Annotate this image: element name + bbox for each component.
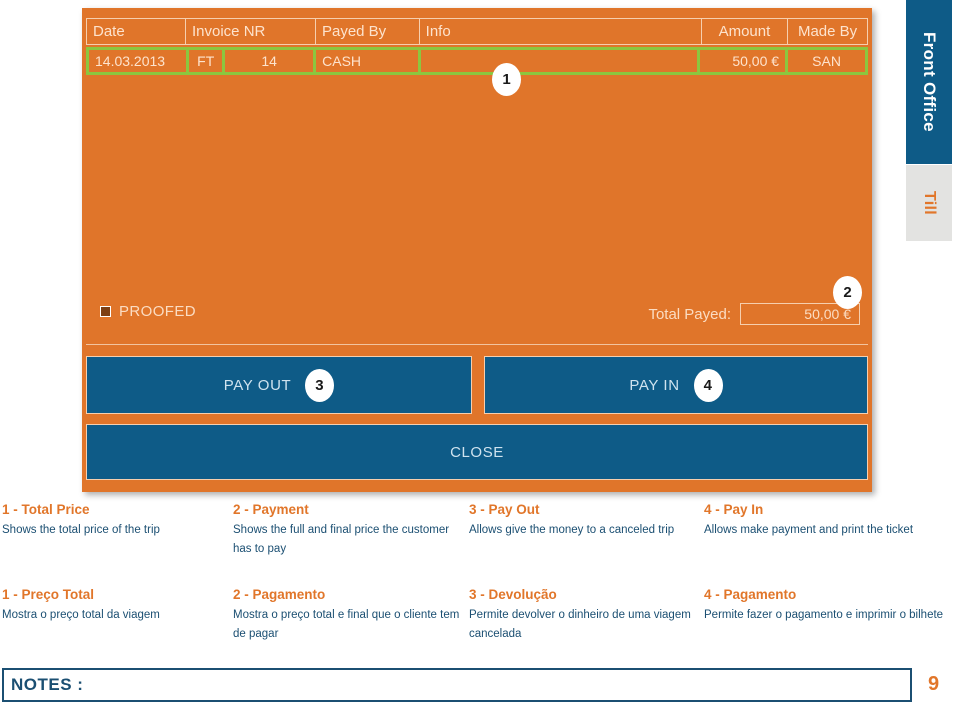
- caption-block-portuguese: 1 - Preço Total Mostra o preço total da …: [0, 587, 960, 644]
- callout-badge-total-price: 1: [492, 63, 521, 96]
- column-header-payed-by[interactable]: Payed By: [316, 19, 420, 44]
- caption-en-2-title: 2 - Payment: [233, 502, 309, 517]
- column-header-invoice-nr[interactable]: Invoice NR: [186, 19, 316, 44]
- caption-pt-2-title: 2 - Pagamento: [233, 587, 326, 602]
- transactions-table: Date Invoice NR Payed By Info Amount Mad…: [86, 18, 868, 75]
- caption-en-1: 1 - Total Price Shows the total price of…: [0, 502, 233, 559]
- side-tab-till[interactable]: Till: [906, 165, 952, 241]
- caption-pt-4-text: Permite fazer o pagamento e imprimir o b…: [704, 609, 944, 621]
- callout-badge-pay-out: 3: [305, 368, 335, 402]
- caption-pt-4: 4 - Pagamento Permite fazer o pagamento …: [704, 587, 952, 644]
- proofed-checkbox[interactable]: [100, 306, 111, 317]
- caption-en-3-text: Allows give the money to a canceled trip: [469, 524, 675, 536]
- caption-pt-1: 1 - Preço Total Mostra o preço total da …: [0, 587, 233, 644]
- table-row[interactable]: 14.03.2013 FT 14 CASH 50,00 € SAN: [86, 47, 868, 75]
- caption-en-1-text: Shows the total price of the trip: [2, 524, 160, 536]
- caption-block-english: 1 - Total Price Shows the total price of…: [0, 502, 960, 559]
- caption-pt-3: 3 - Devolução Permite devolver o dinheir…: [469, 587, 704, 644]
- cell-invoice-type: FT: [189, 50, 223, 72]
- caption-pt-2-text: Mostra o preço total e final que o clien…: [233, 609, 460, 640]
- pay-out-button[interactable]: PAY OUT 3: [86, 356, 472, 414]
- caption-en-3-title: 3 - Pay Out: [469, 502, 540, 517]
- table-header-row: Date Invoice NR Payed By Info Amount Mad…: [86, 18, 868, 45]
- caption-en-3: 3 - Pay Out Allows give the money to a c…: [469, 502, 704, 559]
- caption-pt-2: 2 - Pagamento Mostra o preço total e fin…: [233, 587, 469, 644]
- proofed-total-bar: PROOFED Total Payed: 50,00 €: [86, 298, 868, 338]
- total-payed-group: Total Payed: 50,00 €: [648, 303, 860, 325]
- cell-invoice-nr: 14: [225, 50, 314, 72]
- callout-badge-payment: 2: [833, 276, 862, 309]
- caption-pt-1-text: Mostra o preço total da viagem: [2, 609, 160, 621]
- caption-en-1-title: 1 - Total Price: [2, 502, 90, 517]
- column-header-amount[interactable]: Amount: [702, 19, 789, 44]
- caption-en-4: 4 - Pay In Allows make payment and print…: [704, 502, 952, 559]
- total-payed-label: Total Payed:: [648, 305, 731, 323]
- caption-en-4-text: Allows make payment and print the ticket: [704, 524, 914, 536]
- close-button[interactable]: CLOSE: [86, 424, 868, 480]
- side-tab-front-office[interactable]: Front Office: [906, 0, 952, 164]
- side-tab-till-label: Till: [921, 190, 938, 216]
- panel-divider: [86, 344, 868, 345]
- caption-en-2: 2 - Payment Shows the full and final pri…: [233, 502, 469, 559]
- cell-payed-by: CASH: [316, 50, 418, 72]
- pay-in-button[interactable]: PAY IN 4: [484, 356, 868, 414]
- caption-en-4-title: 4 - Pay In: [704, 502, 764, 517]
- column-header-info[interactable]: Info: [420, 19, 702, 44]
- cell-made-by: SAN: [788, 50, 866, 72]
- pay-out-button-label: PAY OUT: [223, 376, 292, 394]
- page-number: 9: [928, 673, 940, 695]
- close-button-label: CLOSE: [450, 443, 504, 461]
- caption-pt-3-text: Permite devolver o dinheiro de uma viage…: [469, 609, 691, 640]
- side-tab-front-office-label: Front Office: [920, 32, 939, 132]
- proofed-checkbox-group[interactable]: PROOFED: [100, 303, 196, 320]
- column-header-date[interactable]: Date: [87, 19, 186, 44]
- cell-info: [420, 50, 697, 72]
- cell-amount: 50,00 €: [699, 50, 786, 72]
- notes-box[interactable]: NOTES :: [2, 668, 912, 702]
- caption-en-2-text: Shows the full and final price the custo…: [233, 524, 450, 555]
- notes-label: NOTES :: [11, 675, 84, 694]
- callout-badge-pay-in: 4: [693, 368, 723, 402]
- till-application-panel: Date Invoice NR Payed By Info Amount Mad…: [82, 8, 872, 492]
- side-tab-strip: Front Office Till: [898, 0, 960, 250]
- pay-in-button-label: PAY IN: [629, 376, 680, 394]
- column-header-made-by[interactable]: Made By: [788, 19, 867, 44]
- cell-date: 14.03.2013: [89, 50, 187, 72]
- caption-pt-4-title: 4 - Pagamento: [704, 587, 797, 602]
- proofed-label: PROOFED: [119, 303, 196, 320]
- caption-pt-1-title: 1 - Preço Total: [2, 587, 95, 602]
- caption-pt-3-title: 3 - Devolução: [469, 587, 557, 602]
